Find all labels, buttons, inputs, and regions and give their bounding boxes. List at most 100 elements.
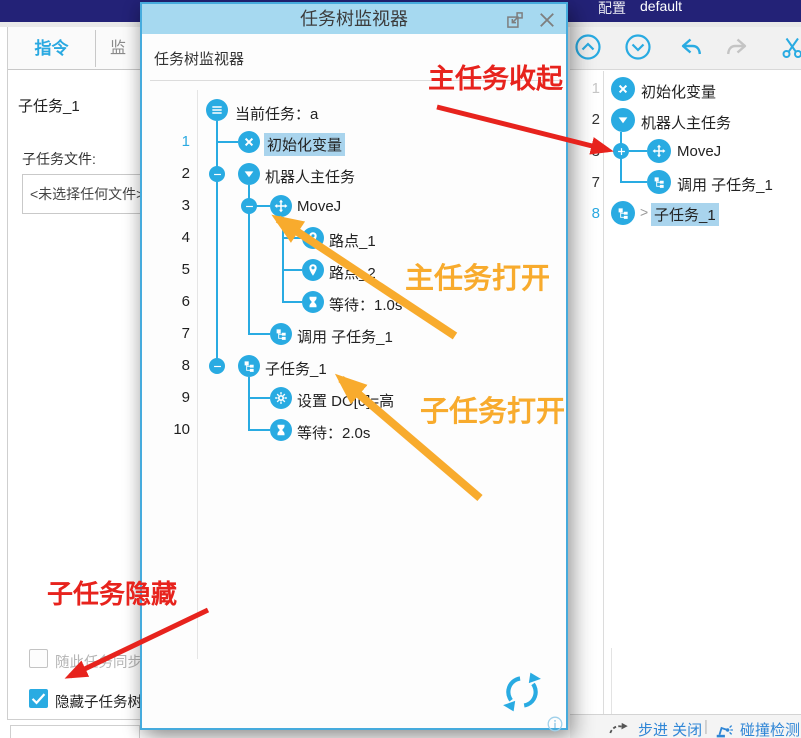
refresh-icon[interactable] — [501, 671, 543, 713]
annotation-sub-hidden: 子任务隐藏 — [47, 574, 177, 611]
connector — [216, 141, 238, 143]
subtree-icon[interactable] — [270, 323, 292, 345]
tree-row[interactable]: 路点_2 — [329, 262, 376, 283]
collapse-all-icon[interactable] — [574, 33, 602, 61]
hide-subtask-checkbox[interactable] — [29, 689, 48, 708]
config-value: default — [640, 0, 682, 14]
subtree-icon[interactable] — [611, 201, 635, 225]
connector — [248, 397, 270, 399]
dialog-title: 任务树监视器 — [142, 4, 566, 34]
tree-row[interactable]: 等待：2.0s — [297, 422, 370, 443]
tree-row[interactable]: 等待：1.0s — [329, 294, 402, 315]
scissors-icon[interactable] — [779, 33, 801, 61]
right-tree-gutter-line — [603, 71, 604, 714]
row-number: 9 — [160, 389, 190, 406]
hourglass-icon[interactable] — [302, 291, 324, 313]
triangle-down-icon[interactable] — [611, 108, 635, 132]
status-separator: | — [704, 718, 708, 735]
dialog-gutter-line — [197, 90, 198, 659]
tree-row[interactable]: 路点_1 — [329, 230, 376, 251]
tab-instruction[interactable]: 指令 — [8, 27, 95, 70]
subtree-icon[interactable] — [238, 355, 260, 377]
tab-monitor[interactable]: 监 — [96, 27, 140, 70]
undo-icon[interactable] — [676, 33, 704, 61]
row-number: 8 — [576, 205, 600, 222]
row-number: 2 — [576, 111, 600, 128]
move-icon[interactable] — [270, 195, 292, 217]
tree-row[interactable]: 机器人主任务 — [641, 112, 731, 133]
expand-plus-icon[interactable] — [613, 143, 629, 159]
hide-subtask-checkbox-label: 隐藏子任务树 — [55, 691, 142, 712]
connector — [282, 301, 302, 303]
dialog-subtitle: 任务树监视器 — [154, 48, 244, 69]
x-icon[interactable] — [238, 131, 260, 153]
annotation-sub-open: 子任务打开 — [420, 388, 565, 430]
restore-icon[interactable] — [505, 10, 525, 30]
connector — [248, 429, 270, 431]
redo-icon[interactable] — [724, 33, 752, 61]
connector — [248, 377, 250, 430]
left-panel-border — [7, 27, 8, 719]
step-status-label[interactable]: 步进 关闭 — [638, 719, 702, 738]
row-number: 3 — [160, 197, 190, 214]
row-number: 4 — [160, 229, 190, 246]
connector — [255, 205, 270, 207]
tree-row[interactable]: 调用 子任务_1 — [677, 174, 773, 195]
waypoint-pin-icon[interactable] — [302, 227, 324, 249]
row-number: 7 — [576, 174, 600, 191]
tree-row[interactable]: MoveJ — [677, 143, 721, 160]
row-number: 2 — [160, 165, 190, 182]
sync-checkbox-label: 随此任务同步 — [55, 651, 142, 672]
row-number: 3 — [576, 143, 600, 160]
collapse-minus-icon[interactable] — [241, 198, 257, 214]
connector — [282, 269, 302, 271]
connector — [629, 150, 647, 152]
annotation-main-open: 主任务打开 — [405, 255, 550, 297]
expand-all-icon[interactable] — [624, 33, 652, 61]
tree-row[interactable]: 子任务_1 — [651, 203, 719, 226]
subtask-file-label: 子任务文件: — [22, 149, 96, 169]
row-number: 8 — [160, 357, 190, 374]
tree-row[interactable]: 初始化变量 — [264, 133, 345, 156]
x-icon[interactable] — [611, 77, 635, 101]
check-icon — [29, 689, 48, 708]
connector — [282, 237, 302, 239]
left-bottom-box — [10, 725, 140, 738]
subtask-file-value[interactable]: <未选择任何文件> — [22, 174, 152, 214]
tree-row[interactable]: 机器人主任务 — [265, 166, 355, 187]
tree-row[interactable]: 调用 子任务_1 — [297, 326, 393, 347]
row-number: 10 — [160, 421, 190, 438]
config-label: 配置 — [598, 0, 626, 18]
tree-row[interactable]: MoveJ — [297, 198, 341, 215]
collapse-minus-icon[interactable] — [209, 166, 225, 182]
connector — [248, 333, 270, 335]
row-number: 6 — [160, 293, 190, 310]
tree-root-row[interactable]: 当前任务：a — [235, 103, 318, 124]
waypoint-pin-icon[interactable] — [302, 259, 324, 281]
subtree-icon[interactable] — [647, 170, 671, 194]
subtask-name-label: 子任务_1 — [18, 95, 80, 116]
tree-row[interactable]: 初始化变量 — [641, 81, 716, 102]
row-number: 5 — [160, 261, 190, 278]
connector — [216, 121, 218, 366]
menu-icon[interactable] — [206, 99, 228, 121]
row-number: 7 — [160, 325, 190, 342]
step-icon[interactable] — [608, 719, 630, 736]
left-bottom-divider — [7, 719, 140, 720]
collision-icon[interactable] — [712, 718, 736, 738]
row-number: 1 — [160, 133, 190, 150]
collision-status-label[interactable]: 碰撞检测 — [740, 719, 800, 738]
triangle-down-icon[interactable] — [238, 163, 260, 185]
connector — [282, 217, 284, 302]
sync-checkbox[interactable] — [29, 649, 48, 668]
hourglass-icon[interactable] — [270, 419, 292, 441]
connector — [620, 181, 647, 183]
gear-icon[interactable] — [270, 387, 292, 409]
tree-row[interactable]: 设置 DO[0]=高 — [297, 390, 394, 411]
move-icon[interactable] — [647, 139, 671, 163]
close-icon[interactable] — [537, 10, 557, 30]
collapse-minus-icon[interactable] — [209, 358, 225, 374]
tree-row[interactable]: 子任务_1 — [265, 358, 327, 379]
info-icon[interactable] — [547, 716, 563, 732]
row-number: 1 — [576, 80, 600, 97]
